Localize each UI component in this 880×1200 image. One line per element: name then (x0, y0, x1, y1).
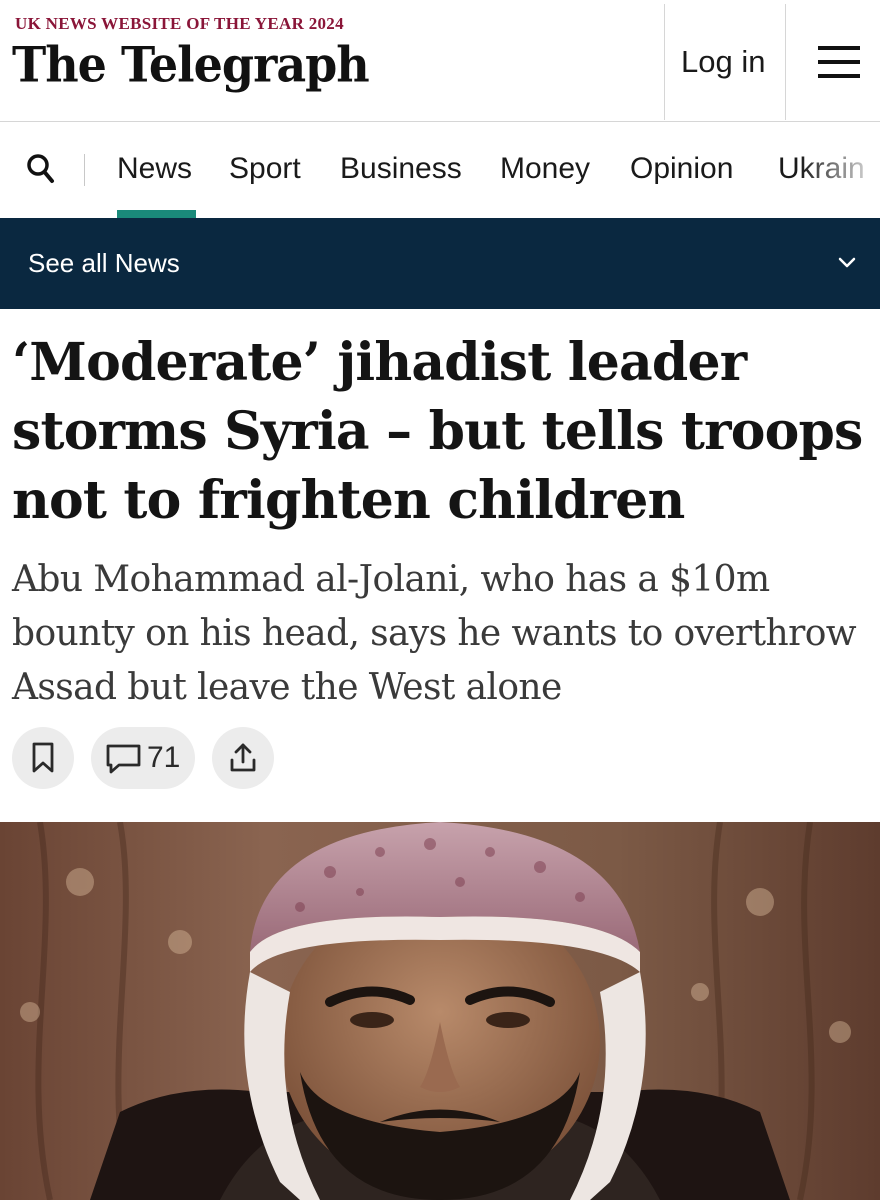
bookmark-icon (32, 742, 54, 773)
share-icon (230, 743, 256, 772)
share-button[interactable] (212, 727, 274, 789)
section-nav: News Sport Business Money Opinion Ukrain (0, 122, 880, 218)
article-standfirst: Abu Mohammad al-Jolani, who has a $10m b… (12, 559, 857, 708)
nav-active-indicator (117, 210, 196, 218)
nav-item-ukraine[interactable]: Ukrain (778, 152, 865, 186)
comments-button[interactable]: 71 (91, 727, 195, 789)
award-banner: UK NEWS WEBSITE OF THE YEAR 2024 (15, 14, 344, 33)
comment-icon (106, 744, 141, 774)
hamburger-menu-icon[interactable] (818, 46, 860, 78)
nav-item-sport[interactable]: Sport (229, 152, 301, 186)
article-headline: ‘Moderate’ jihadist leader storms Syria … (12, 332, 863, 531)
login-button[interactable]: Log in (681, 44, 765, 80)
nav-divider (84, 154, 85, 186)
see-all-news-label: See all News (28, 248, 180, 278)
header-divider (664, 4, 665, 120)
nav-item-business[interactable]: Business (340, 152, 462, 186)
nav-item-opinion[interactable]: Opinion (630, 152, 733, 186)
search-icon[interactable] (26, 152, 58, 188)
article-lead-image (0, 822, 880, 1200)
comment-count: 71 (147, 741, 181, 774)
nav-item-news[interactable]: News (117, 152, 192, 186)
site-header: UK NEWS WEBSITE OF THE YEAR 2024 The Tel… (0, 0, 880, 122)
header-divider (785, 4, 786, 120)
save-article-button[interactable] (12, 727, 74, 789)
nav-item-money[interactable]: Money (500, 152, 590, 186)
see-all-news-toggle[interactable]: See all News (0, 218, 880, 309)
telegraph-logo[interactable]: The Telegraph (12, 36, 370, 93)
chevron-down-icon (836, 254, 858, 270)
